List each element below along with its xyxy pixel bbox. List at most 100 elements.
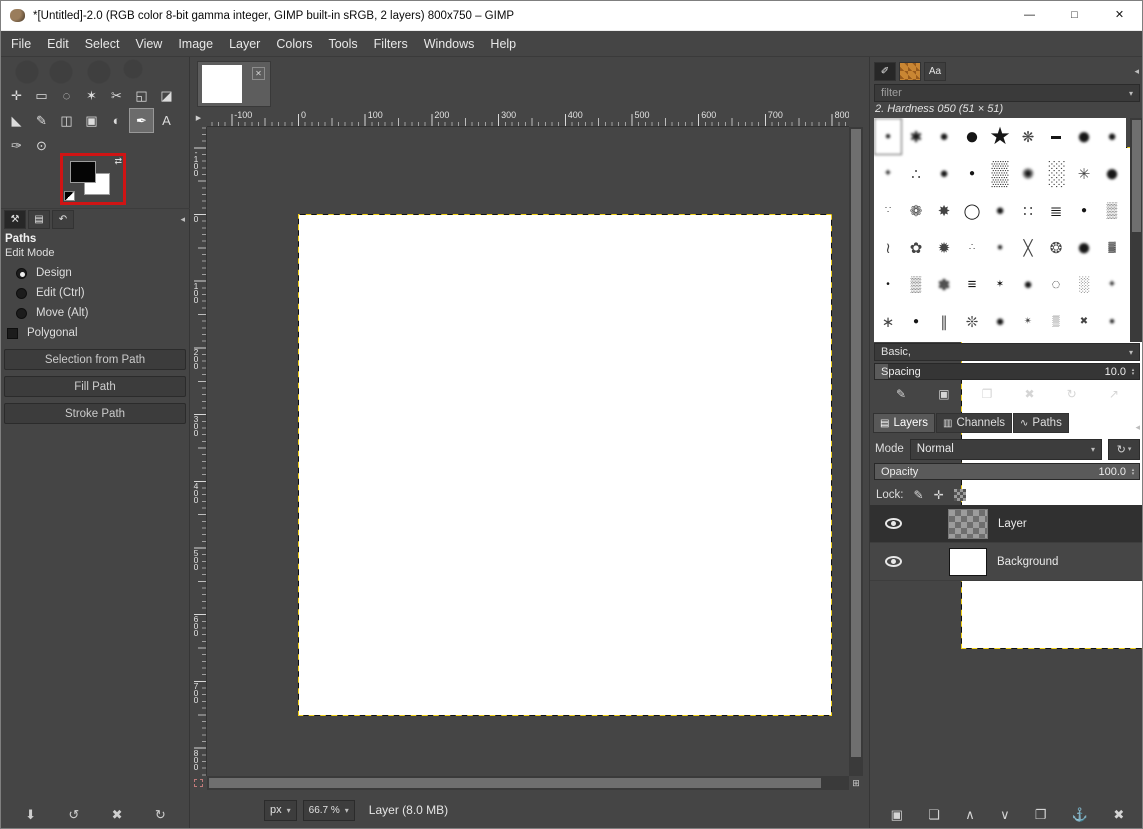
eraser-tool[interactable]: ◫ — [54, 108, 79, 133]
brush-item[interactable]: • — [874, 266, 902, 303]
canvas[interactable] — [298, 214, 832, 716]
clone-tool[interactable]: ▣ — [79, 108, 104, 133]
close-image-icon[interactable]: ✕ — [252, 67, 265, 80]
layer-visibility-toggle[interactable] — [870, 518, 916, 529]
tool-options-tab[interactable]: ⚒ — [4, 210, 26, 229]
duplicate-layer-button[interactable]: ❐ — [1035, 807, 1047, 823]
open-brush-as-image-button[interactable]: ↗ — [1109, 387, 1119, 401]
brush-item[interactable]: ✳ — [1070, 155, 1098, 192]
swap-colors-icon[interactable]: ⇄ — [114, 157, 122, 166]
pencil-tool[interactable]: ✎ — [29, 108, 54, 133]
brush-grid-scrollbar-thumb[interactable] — [1132, 120, 1141, 232]
brush-item[interactable]: ▒ — [902, 266, 930, 303]
reset-tool-options-button[interactable]: ↻ — [155, 807, 166, 823]
smudge-tool[interactable]: ◐ — [104, 108, 129, 133]
brush-group-combo[interactable]: Basic, ▾ — [874, 343, 1140, 361]
menu-tools[interactable]: Tools — [320, 31, 365, 57]
brush-item[interactable]: ▒ — [1098, 192, 1126, 229]
menu-filters[interactable]: Filters — [366, 31, 416, 57]
polygonal-option[interactable]: Polygonal — [7, 327, 78, 339]
free-select-tool[interactable]: ◌ — [54, 83, 79, 108]
rectangle-select-tool[interactable]: ▭ — [29, 83, 54, 108]
edit-mode-design[interactable]: Design — [16, 263, 88, 283]
tab-channels[interactable]: ▥Channels — [936, 413, 1012, 433]
horizontal-scrollbar[interactable] — [207, 776, 849, 790]
brush-item[interactable]: ✴ — [1014, 303, 1042, 340]
shear-tool[interactable]: ◪ — [154, 83, 179, 108]
brush-item[interactable]: ● — [958, 155, 986, 192]
stroke-path-button[interactable]: Stroke Path — [4, 403, 186, 424]
brush-item[interactable]: ▒ — [986, 155, 1014, 192]
unified-transform-tool[interactable]: ◱ — [129, 83, 154, 108]
brush-item[interactable]: ✦ — [874, 155, 902, 192]
brush-item[interactable]: ❂ — [1042, 229, 1070, 266]
brush-item[interactable]: ∴ — [902, 155, 930, 192]
brush-item[interactable]: ● — [986, 192, 1014, 229]
brush-item[interactable]: ∗ — [874, 303, 902, 340]
crop-tool[interactable]: ✂ — [104, 83, 129, 108]
brush-item[interactable]: ◯ — [958, 192, 986, 229]
new-layer-button[interactable]: ▣ — [891, 807, 903, 823]
brush-item[interactable]: ◌ — [1042, 266, 1070, 303]
bucket-fill-tool[interactable]: ◣ — [4, 108, 29, 133]
restore-tool-preset-button[interactable]: ↺ — [68, 807, 79, 823]
lower-layer-button[interactable]: ∨ — [1000, 807, 1010, 823]
raise-layer-button[interactable]: ∧ — [965, 807, 975, 823]
menu-view[interactable]: View — [127, 31, 170, 57]
text-tool[interactable]: A — [154, 108, 179, 133]
brushes-tab[interactable]: ✐ — [874, 62, 896, 81]
menu-colors[interactable]: Colors — [268, 31, 320, 57]
polygonal-checkbox[interactable] — [7, 328, 18, 339]
brush-item[interactable]: ● — [1098, 118, 1126, 155]
brush-item[interactable]: ● — [1070, 192, 1098, 229]
unit-combo[interactable]: px ▾ — [264, 800, 297, 821]
fuzzy-select-tool[interactable]: ✶ — [79, 83, 104, 108]
edit-mode-move[interactable]: Move (Alt) — [16, 303, 88, 323]
brush-item[interactable]: ✿ — [902, 229, 930, 266]
layer-visibility-toggle[interactable] — [870, 556, 916, 567]
brush-item[interactable]: ░ — [1070, 266, 1098, 303]
brush-item[interactable]: ✶ — [986, 266, 1014, 303]
brush-item[interactable]: ❊ — [958, 303, 986, 340]
brush-item[interactable]: ≣ — [1042, 192, 1070, 229]
menu-help[interactable]: Help — [482, 31, 524, 57]
mode-switch-button[interactable]: ↻ ▾ — [1108, 439, 1140, 460]
lock-pixels-icon[interactable]: ✎ — [914, 488, 924, 502]
delete-layer-button[interactable]: ✖ — [1113, 807, 1124, 823]
fonts-tab[interactable]: Aa — [924, 62, 946, 81]
brush-item[interactable]: ▓ — [1098, 229, 1126, 266]
brush-item[interactable]: ∵ — [874, 192, 902, 229]
foreground-color-swatch[interactable] — [70, 161, 96, 183]
horizontal-scrollbar-thumb[interactable] — [209, 778, 821, 788]
brush-item[interactable]: ● — [930, 155, 958, 192]
patterns-tab[interactable] — [899, 62, 921, 81]
new-layer-group-button[interactable]: ❏ — [928, 807, 940, 823]
brush-item[interactable]: ● — [902, 303, 930, 340]
layer-row[interactable]: Background — [870, 543, 1143, 581]
brush-item[interactable]: ✦ — [1098, 266, 1126, 303]
brush-item[interactable]: ● — [1098, 303, 1126, 340]
vertical-scrollbar-thumb[interactable] — [851, 129, 861, 757]
brush-item[interactable]: ∥ — [930, 303, 958, 340]
zoom-tool[interactable]: ⊙ — [29, 133, 54, 158]
menu-windows[interactable]: Windows — [416, 31, 483, 57]
brush-item[interactable]: ∷ — [1014, 192, 1042, 229]
duplicate-brush-button[interactable]: ❐ — [982, 387, 993, 401]
fill-path-button[interactable]: Fill Path — [4, 376, 186, 397]
brush-item[interactable]: ● — [1014, 266, 1042, 303]
undo-history-tab[interactable]: ↶ — [52, 210, 74, 229]
navigation-button[interactable]: ⊞ — [849, 776, 863, 790]
menu-image[interactable]: Image — [170, 31, 221, 57]
edit-brush-button[interactable]: ✎ — [896, 387, 906, 401]
spinner-arrows[interactable]: ▴▾ — [1128, 464, 1138, 479]
tab-paths[interactable]: ∿Paths — [1013, 413, 1069, 433]
brush-item[interactable]: ● — [986, 303, 1014, 340]
menu-file[interactable]: File — [3, 31, 39, 57]
dock-menu-button[interactable]: ◂ — [1135, 422, 1140, 433]
brush-item[interactable]: ▒ — [1042, 303, 1070, 340]
refresh-brushes-button[interactable]: ↻ — [1067, 387, 1077, 401]
brush-item[interactable]: ✺ — [1014, 155, 1042, 192]
move-tool[interactable]: ✛ — [4, 83, 29, 108]
device-status-tab[interactable]: ▤ — [28, 210, 50, 229]
default-colors-icon[interactable] — [64, 191, 75, 201]
